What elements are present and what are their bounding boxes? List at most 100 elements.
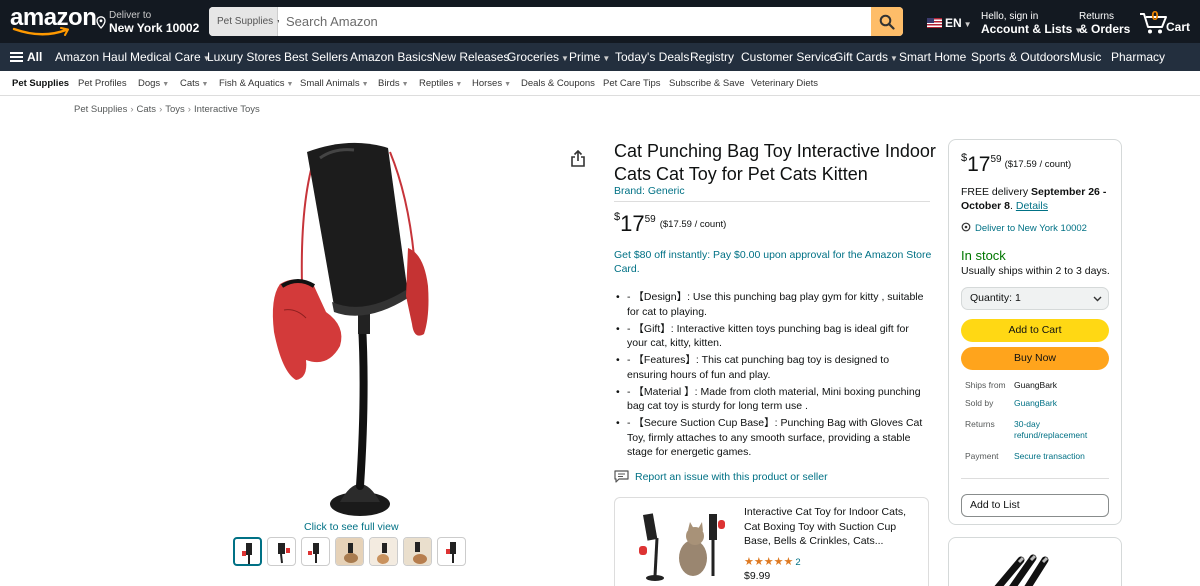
side-ad-image <box>994 554 1049 586</box>
quantity-select[interactable]: Quantity: 1 <box>961 287 1109 310</box>
us-flag-icon <box>927 18 942 28</box>
feature-bullet: - 【Secure Suction Cup Base】: Punching Ba… <box>614 416 932 460</box>
main-nav: All Amazon Haul Medical Care ▼ Luxury Sto… <box>0 43 1200 71</box>
subnav-pet-supplies[interactable]: Pet Supplies <box>12 78 69 89</box>
subnav-cats[interactable]: Cats ▼ <box>180 78 208 89</box>
nav-item-new-releases[interactable]: New Releases <box>432 50 509 64</box>
secure-transaction-link[interactable]: Secure transaction <box>1014 451 1085 462</box>
breadcrumb-pet-supplies[interactable]: Pet Supplies <box>74 104 127 115</box>
subnav-pet-profiles[interactable]: Pet Profiles <box>78 78 127 89</box>
full-view-link[interactable]: Click to see full view <box>304 521 399 533</box>
feature-bullets: - 【Design】: Use this punching bag play g… <box>614 290 932 462</box>
chevron-down-icon <box>1093 296 1102 302</box>
thumbnail-2[interactable] <box>267 537 296 566</box>
nav-item-sports-outdoors[interactable]: Sports & Outdoors <box>971 50 1070 64</box>
thumbnail-4[interactable] <box>335 537 364 566</box>
subnav-deals-coupons[interactable]: Deals & Coupons <box>521 78 595 89</box>
nav-item-prime[interactable]: Prime ▼ <box>569 50 610 64</box>
thumbnail-6[interactable] <box>403 537 432 566</box>
language-selector[interactable]: EN ▼ <box>927 16 972 30</box>
nav-item-luxury-stores[interactable]: Luxury Stores <box>207 50 281 64</box>
subnav-dogs[interactable]: Dogs ▼ <box>138 78 169 89</box>
seller-link[interactable]: GuangBark <box>1014 398 1057 409</box>
sponsored-product-title[interactable]: Interactive Cat Toy for Indoor Cats, Cat… <box>744 505 922 549</box>
search-input[interactable] <box>279 7 871 36</box>
subnav-pet-care-tips[interactable]: Pet Care Tips <box>603 78 661 89</box>
nav-item-todays-deals[interactable]: Today's Deals <box>615 50 689 64</box>
buy-now-button[interactable]: Buy Now <box>961 347 1109 370</box>
thumbnail-image <box>308 543 319 563</box>
sponsored-product-card[interactable]: Interactive Cat Toy for Indoor Cats, Cat… <box>614 497 929 586</box>
delivery-info: FREE delivery September 26 - October 8. … <box>961 186 1107 212</box>
report-issue-link[interactable]: Report an issue with this product or sel… <box>614 470 828 483</box>
nav-item-medical-care[interactable]: Medical Care ▼ <box>130 50 211 64</box>
hamburger-icon <box>10 52 23 62</box>
feature-bullet: - 【Material 】: Made from cloth material,… <box>614 385 932 414</box>
nav-item-best-sellers[interactable]: Best Sellers <box>284 50 348 64</box>
add-to-list-button[interactable]: Add to List <box>961 494 1109 517</box>
returns-orders-link[interactable]: Returns & Orders <box>1079 11 1130 36</box>
nav-item-amazon-haul[interactable]: Amazon Haul <box>55 50 127 64</box>
main-product-image[interactable] <box>262 136 438 520</box>
thumbnail-image <box>446 542 456 563</box>
feature-bullet: - 【Gift】: Interactive kitten toys punchi… <box>614 322 932 351</box>
breadcrumb: Pet Supplies › Cats › Toys › Interactive Toys <box>74 104 260 115</box>
nav-item-groceries[interactable]: Groceries ▼ <box>507 50 569 64</box>
thumbnail-3[interactable] <box>301 537 330 566</box>
subnav-fish-aquatics[interactable]: Fish & Aquatics ▼ <box>219 78 293 89</box>
thumbnail-1[interactable] <box>233 537 262 566</box>
subnav-reptiles[interactable]: Reptiles ▼ <box>419 78 462 89</box>
feature-bullet: - 【Design】: Use this punching bag play g… <box>614 290 932 319</box>
star-rating-icon: ★★★★★ <box>744 556 794 568</box>
location-pin-icon <box>96 16 106 29</box>
nav-item-registry[interactable]: Registry <box>690 50 734 64</box>
nav-item-amazon-basics[interactable]: Amazon Basics <box>350 50 433 64</box>
subnav-veterinary-diets[interactable]: Veterinary Diets <box>751 78 818 89</box>
breadcrumb-interactive-toys[interactable]: Interactive Toys <box>194 104 260 115</box>
feature-bullet: - 【Features】: This cat punching bag toy … <box>614 353 932 382</box>
nav-item-pharmacy[interactable]: Pharmacy <box>1111 50 1165 64</box>
nav-item-customer-service[interactable]: Customer Service <box>741 50 836 64</box>
buybox-deliver-to-link[interactable]: Deliver to New York 10002 <box>961 222 1087 234</box>
smile-arrow-icon <box>12 27 69 36</box>
breadcrumb-cats[interactable]: Cats <box>137 104 157 115</box>
stock-status: In stock <box>961 248 1006 263</box>
subnav-small-animals[interactable]: Small Animals ▼ <box>300 78 369 89</box>
nav-item-gift-cards[interactable]: Gift Cards ▼ <box>834 50 898 64</box>
add-to-cart-button[interactable]: Add to Cart <box>961 319 1109 342</box>
product-price: $1759 ($17.59 / count) <box>614 211 727 236</box>
nav-item-music[interactable]: Music <box>1070 50 1101 64</box>
account-menu[interactable]: Hello, sign in Account & Lists ▼ <box>981 11 1082 38</box>
brand-link[interactable]: Brand: Generic <box>614 185 685 197</box>
divider <box>961 478 1109 479</box>
subnav-horses[interactable]: Horses ▼ <box>472 78 511 89</box>
search-category-dropdown[interactable]: Pet Supplies ▼ <box>209 7 283 36</box>
sponsored-product-image <box>639 513 725 581</box>
thumbnail-image <box>242 543 252 564</box>
share-icon[interactable] <box>570 150 586 168</box>
subnav-birds[interactable]: Birds ▼ <box>378 78 409 89</box>
deliver-to-label: Deliver to <box>109 10 152 21</box>
thumbnail-image <box>370 538 397 565</box>
subnav-subscribe-save[interactable]: Subscribe & Save <box>669 78 745 89</box>
side-ad-card[interactable] <box>948 537 1122 586</box>
thumbnail-5[interactable] <box>369 537 398 566</box>
delivery-details-link[interactable]: Details <box>1016 200 1048 212</box>
chat-bubble-icon <box>614 470 629 483</box>
search-icon <box>879 14 895 30</box>
search-button[interactable] <box>871 7 903 36</box>
store-card-promo-link[interactable]: Get $80 off instantly: Pay $0.00 upon ap… <box>614 248 934 276</box>
buybox-price: $1759 ($17.59 / count) <box>961 152 1072 176</box>
all-menu-button[interactable]: All <box>10 50 42 64</box>
sponsored-rating[interactable]: ★★★★★ 2 <box>744 555 801 568</box>
cart-button[interactable]: 0 Cart <box>1139 8 1197 36</box>
returns-link[interactable]: 30-day refund/replacement <box>1014 419 1087 441</box>
thumbnail-7[interactable] <box>437 537 466 566</box>
nav-item-smart-home[interactable]: Smart Home <box>899 50 966 64</box>
amazon-logo[interactable]: amazon <box>10 6 97 37</box>
thumbnail-image <box>404 538 431 565</box>
buy-box: $1759 ($17.59 / count) FREE delivery Sept… <box>948 139 1122 525</box>
ships-time: Usually ships within 2 to 3 days. <box>961 265 1110 277</box>
cart-label: Cart <box>1166 20 1191 34</box>
breadcrumb-toys[interactable]: Toys <box>165 104 185 115</box>
